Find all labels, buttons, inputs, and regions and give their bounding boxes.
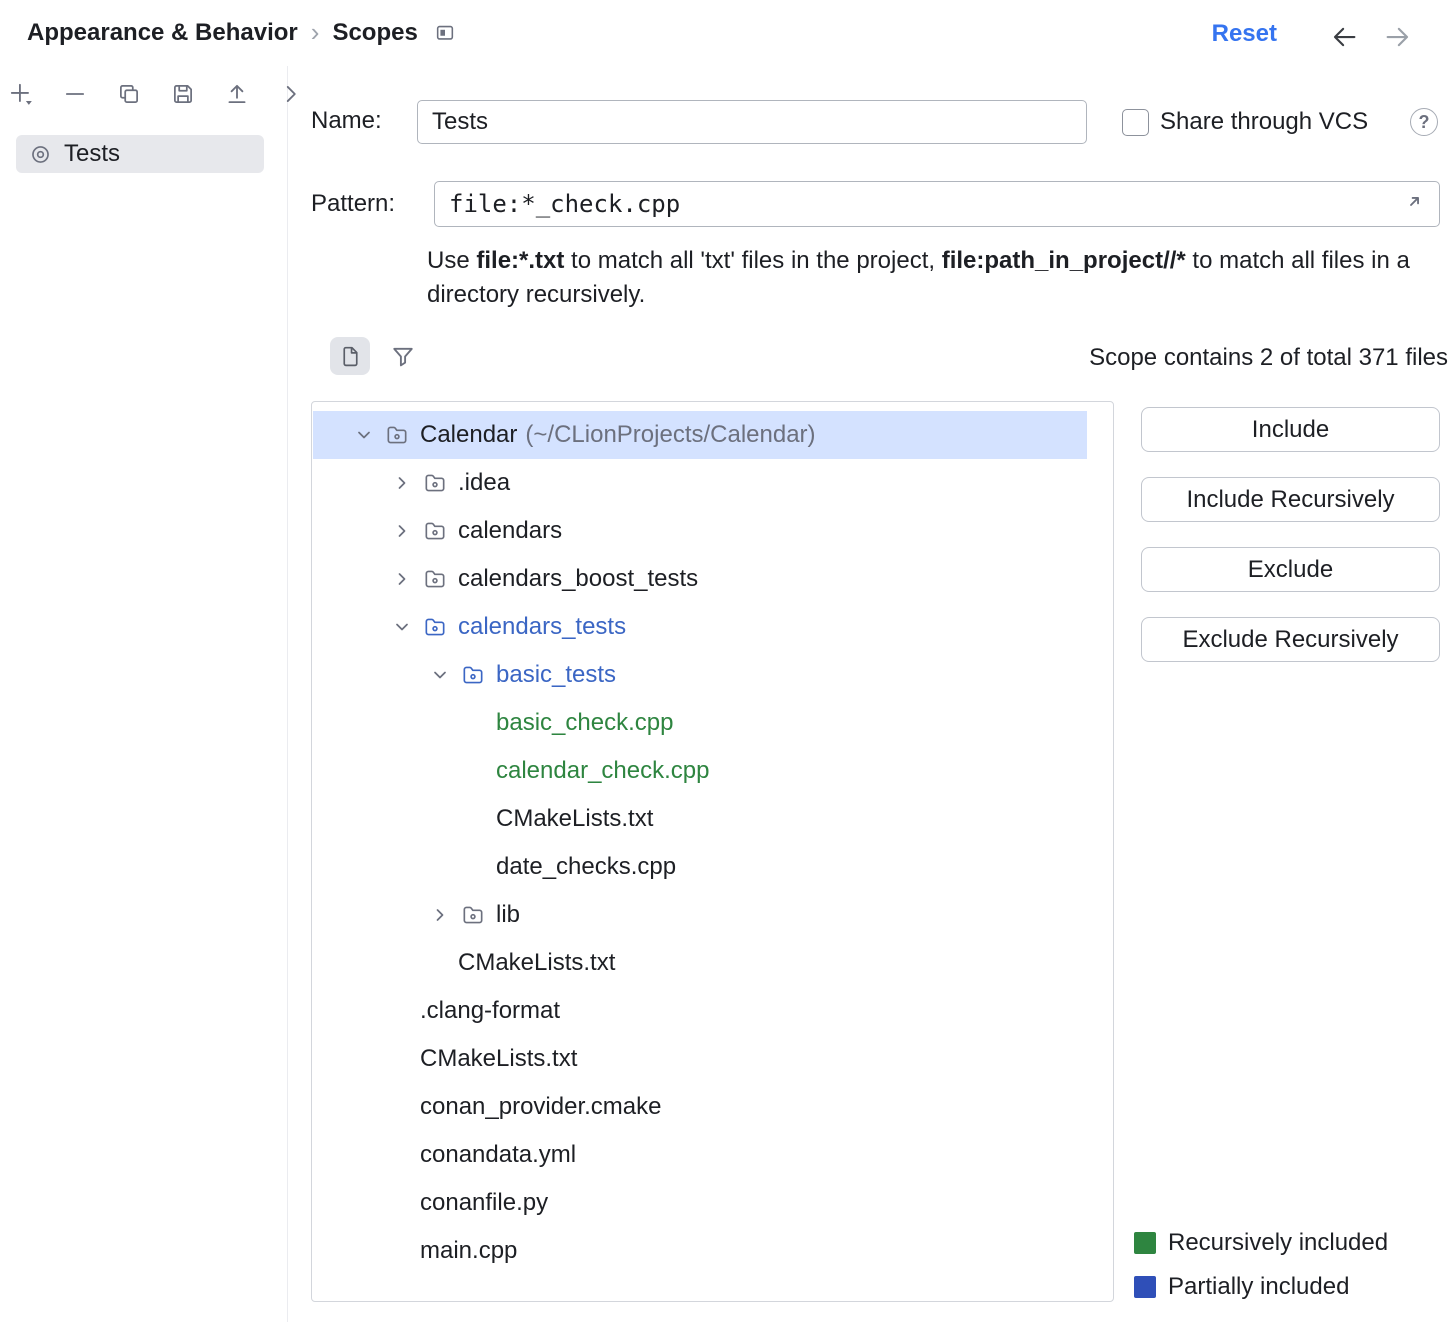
chevron-down-icon[interactable] — [429, 664, 451, 686]
breadcrumb-appearance-behavior[interactable]: Appearance & Behavior — [27, 19, 298, 47]
tree-folder-calendars-tests[interactable]: calendars_tests — [313, 603, 1087, 651]
tree-item-label: date_checks.cpp — [496, 853, 676, 881]
tree-item-label: .clang-format — [420, 997, 560, 1025]
tree-item-label: Calendar — [420, 421, 517, 449]
tree-item-label: calendar_check.cpp — [496, 757, 709, 785]
tree-file-cmakelists-txt[interactable]: CMakeLists.txt — [313, 795, 1087, 843]
tree-item-label: calendars_tests — [458, 613, 626, 641]
tree-file-main-cpp[interactable]: main.cpp — [313, 1227, 1087, 1275]
tree-item-label: basic_tests — [496, 661, 616, 689]
include-recursively-button[interactable]: Include Recursively — [1141, 477, 1440, 522]
folder-icon — [424, 520, 446, 542]
chevron-right-icon[interactable] — [278, 80, 304, 108]
chevron-right-icon[interactable] — [391, 568, 413, 590]
share-vcs-checkbox[interactable] — [1122, 109, 1149, 136]
folder-icon — [424, 472, 446, 494]
pattern-label: Pattern: — [311, 190, 395, 218]
help-icon[interactable]: ? — [1410, 108, 1438, 136]
tree-item-label: main.cpp — [420, 1237, 517, 1265]
chevron-right-icon[interactable] — [391, 472, 413, 494]
pattern-hint: Use file:*.txt to match all 'txt' files … — [427, 244, 1429, 312]
include-button[interactable]: Include — [1141, 407, 1440, 452]
export-icon[interactable] — [224, 80, 250, 108]
legend: Recursively included Partially included — [1134, 1226, 1388, 1304]
tree-item-label: calendars — [458, 517, 562, 545]
legend-color-swatch — [1134, 1276, 1156, 1298]
window-icon — [434, 22, 456, 44]
scope-icon — [29, 143, 52, 166]
legend-color-swatch — [1134, 1232, 1156, 1254]
tree-folder-calendars-boost-tests[interactable]: calendars_boost_tests — [313, 555, 1087, 603]
folder-icon — [386, 424, 408, 446]
scope-summary: Scope contains 2 of total 371 files — [1089, 344, 1448, 372]
scope-name: Tests — [64, 140, 120, 168]
tree-item-label: lib — [496, 901, 520, 929]
chevron-down-icon[interactable] — [391, 616, 413, 638]
share-vcs-label: Share through VCS — [1160, 108, 1368, 136]
back-arrow-icon[interactable] — [1330, 22, 1360, 52]
chevron-right-icon[interactable] — [391, 520, 413, 542]
tree-file-conan-provider-cmake[interactable]: conan_provider.cmake — [313, 1083, 1087, 1131]
exclude-recursively-button[interactable]: Exclude Recursively — [1141, 617, 1440, 662]
tree-item-label: CMakeLists.txt — [458, 949, 615, 977]
tree-item-label: conanfile.py — [420, 1189, 548, 1217]
chevron-down-icon[interactable] — [353, 424, 375, 446]
filter-icon[interactable] — [388, 342, 418, 372]
tree-file-date-checks-cpp[interactable]: date_checks.cpp — [313, 843, 1087, 891]
folder-icon — [424, 616, 446, 638]
tree-folder-lib[interactable]: lib — [313, 891, 1087, 939]
file-tree[interactable]: Calendar (~/CLionProjects/Calendar) .idea c… — [311, 401, 1114, 1302]
exclude-button[interactable]: Exclude — [1141, 547, 1440, 592]
tree-folder-calendar[interactable]: Calendar (~/CLionProjects/Calendar) — [313, 411, 1087, 459]
tree-item-label: conan_provider.cmake — [420, 1093, 661, 1121]
tree-item-label: .idea — [458, 469, 510, 497]
page-title: Scopes — [332, 19, 417, 47]
name-input[interactable] — [417, 100, 1087, 144]
tree-item-label: CMakeLists.txt — [496, 805, 653, 833]
tree-item-label: CMakeLists.txt — [420, 1045, 577, 1073]
tree-file-cmakelists-txt[interactable]: CMakeLists.txt — [313, 1035, 1087, 1083]
expand-icon[interactable] — [1398, 192, 1424, 223]
reset-button[interactable]: Reset — [1212, 20, 1277, 48]
tree-item-label: conandata.yml — [420, 1141, 576, 1169]
remove-scope-icon[interactable] — [62, 80, 88, 108]
name-label: Name: — [311, 107, 382, 135]
tree-file-conanfile-py[interactable]: conanfile.py — [313, 1179, 1087, 1227]
tree-file-basic-check-cpp[interactable]: basic_check.cpp — [313, 699, 1087, 747]
folder-icon — [462, 904, 484, 926]
folder-icon — [424, 568, 446, 590]
save-icon[interactable] — [170, 80, 196, 108]
legend-item-partially-included: Partially included — [1134, 1270, 1388, 1304]
chevron-right-icon[interactable] — [429, 904, 451, 926]
tree-file-cmakelists-txt[interactable]: CMakeLists.txt — [313, 939, 1087, 987]
breadcrumb-separator-icon: › — [308, 17, 323, 48]
tree-file-conandata-yml[interactable]: conandata.yml — [313, 1131, 1087, 1179]
add-scope-icon[interactable] — [8, 80, 34, 108]
tree-folder-calendars[interactable]: calendars — [313, 507, 1087, 555]
legend-label: Partially included — [1168, 1273, 1349, 1301]
scope-action-buttons: Include Include Recursively Exclude Exclude… — [1141, 407, 1440, 662]
show-files-toggle[interactable] — [330, 337, 370, 375]
tree-item-label: calendars_boost_tests — [458, 565, 698, 593]
scopes-toolbar — [8, 80, 304, 108]
copy-scope-icon[interactable] — [116, 80, 142, 108]
breadcrumb: Appearance & Behavior › Scopes — [27, 17, 456, 48]
tree-file-calendar-check-cpp[interactable]: calendar_check.cpp — [313, 747, 1087, 795]
tree-item-label: basic_check.cpp — [496, 709, 673, 737]
legend-item-recursively-included: Recursively included — [1134, 1226, 1388, 1260]
folder-icon — [462, 664, 484, 686]
pattern-input[interactable] — [434, 181, 1440, 227]
tree-item-path: (~/CLionProjects/Calendar) — [525, 421, 815, 449]
tree-folder-idea[interactable]: .idea — [313, 459, 1087, 507]
tree-folder-basic-tests[interactable]: basic_tests — [313, 651, 1087, 699]
legend-label: Recursively included — [1168, 1229, 1388, 1257]
sidebar-item-tests[interactable]: Tests — [16, 135, 264, 173]
tree-file-clang-format[interactable]: .clang-format — [313, 987, 1087, 1035]
forward-arrow-icon[interactable] — [1382, 22, 1412, 52]
sidebar-divider — [287, 66, 288, 1322]
